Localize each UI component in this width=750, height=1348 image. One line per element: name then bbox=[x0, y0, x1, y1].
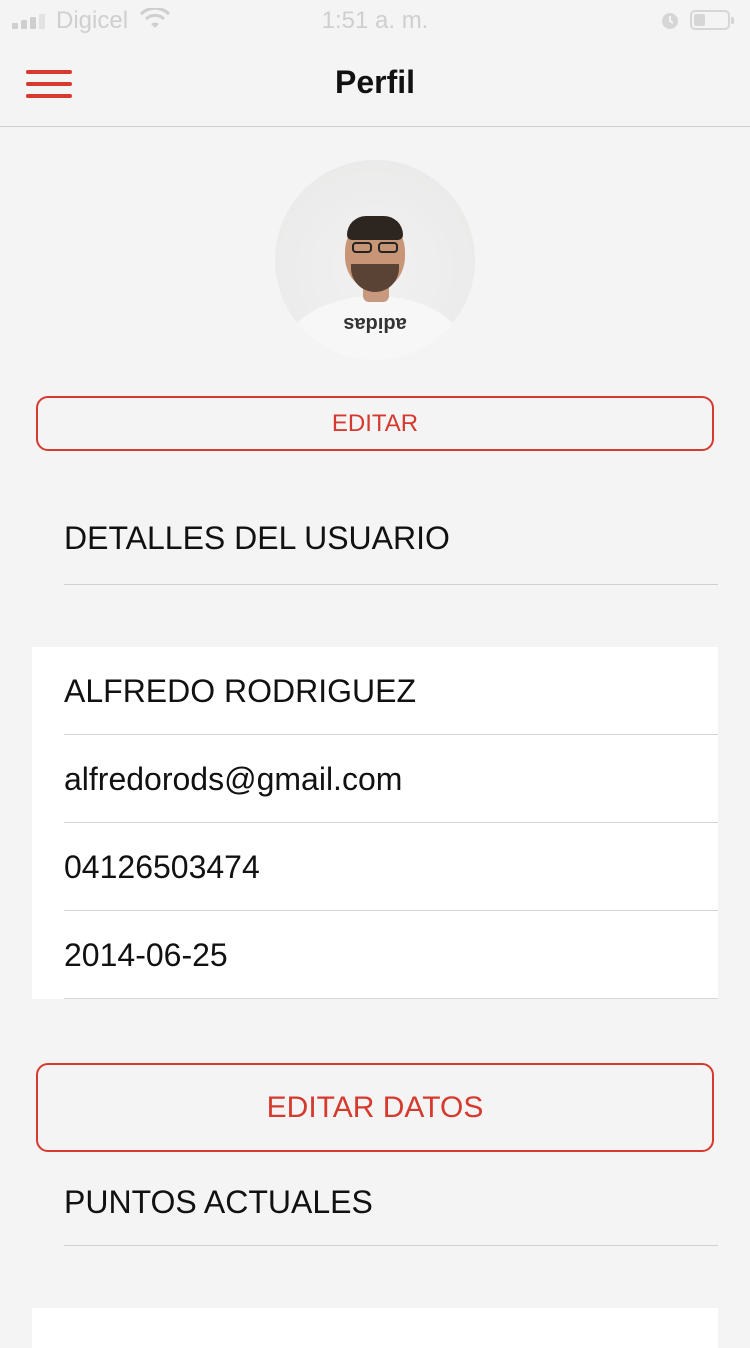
edit-profile-button[interactable]: EDITAR bbox=[36, 396, 714, 451]
user-phone-row: 04126503474 bbox=[64, 823, 718, 911]
nav-bar: Perfil bbox=[0, 40, 750, 127]
page-title: Perfil bbox=[334, 64, 416, 100]
avatar-beard bbox=[351, 264, 399, 292]
battery-icon bbox=[690, 10, 734, 30]
user-name-row: ALFREDO RODRIGUEZ bbox=[64, 647, 718, 735]
user-date-row: 2014-06-25 bbox=[64, 911, 718, 999]
user-details-card: ALFREDO RODRIGUEZ alfredorods@gmail.com … bbox=[32, 647, 718, 999]
battery-level bbox=[694, 14, 705, 26]
avatar-shirt-text: adidas bbox=[343, 313, 407, 335]
points-card bbox=[32, 1308, 718, 1348]
profile-avatar: adidas bbox=[275, 160, 475, 360]
status-bar: Digicel 1:51 a. m. bbox=[0, 0, 750, 40]
user-email-row: alfredorods@gmail.com bbox=[64, 735, 718, 823]
edit-data-button[interactable]: EDITAR DATOS bbox=[36, 1063, 714, 1152]
current-points-header: PUNTOS ACTUALES bbox=[64, 1184, 718, 1246]
avatar-glasses bbox=[349, 242, 401, 254]
user-details-header: DETALLES DEL USUARIO bbox=[64, 520, 718, 585]
alarm-icon bbox=[660, 9, 680, 38]
status-time: 1:51 a. m. bbox=[321, 7, 429, 34]
avatar-hair bbox=[347, 216, 403, 240]
